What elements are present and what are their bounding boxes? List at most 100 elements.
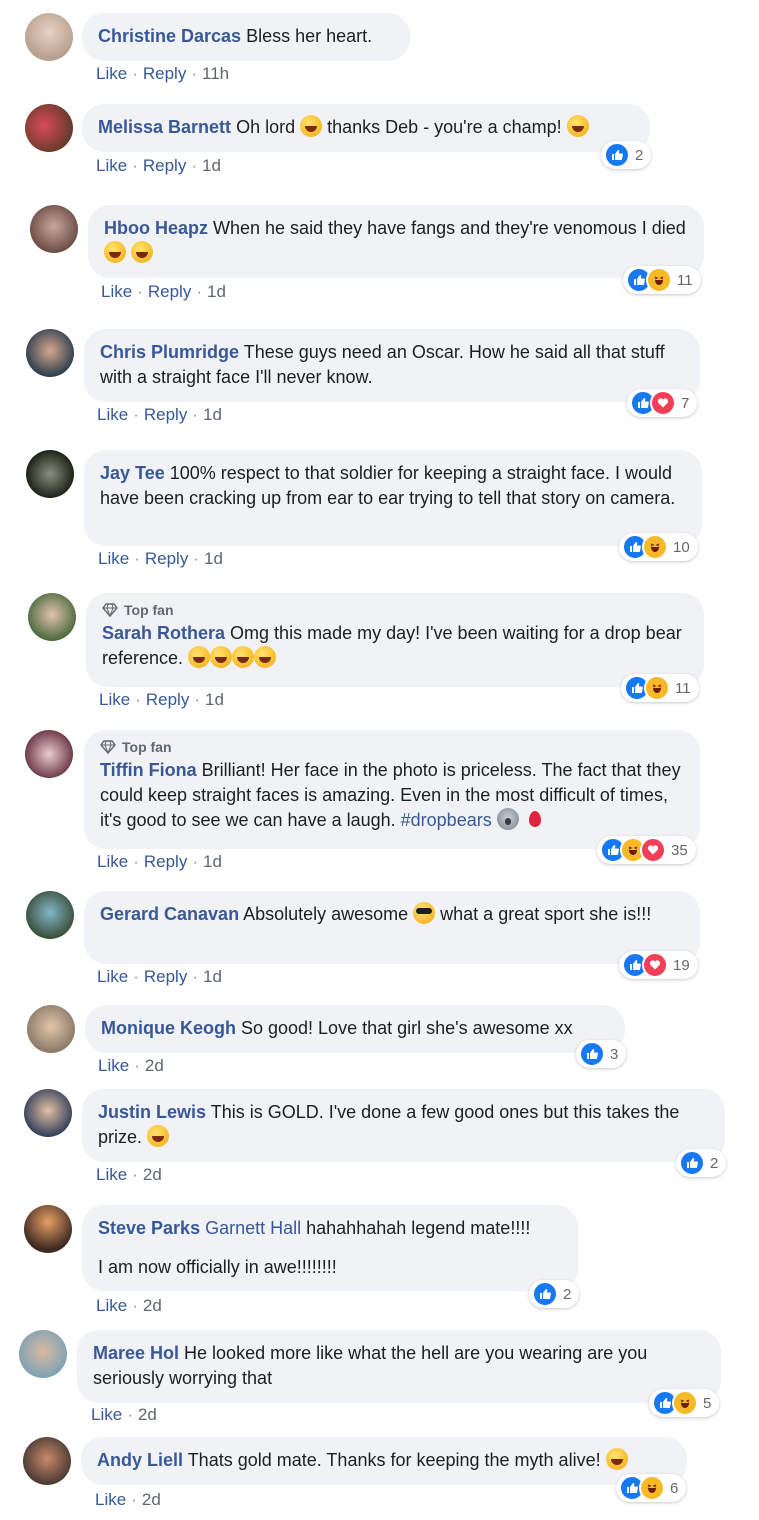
timestamp[interactable]: 11h xyxy=(202,64,229,83)
like-link[interactable]: Like xyxy=(96,156,127,175)
love-reaction-icon xyxy=(640,837,666,863)
avatar[interactable] xyxy=(24,1089,72,1137)
like-link[interactable]: Like xyxy=(96,1165,127,1184)
comment-bubble: Gerard Canavan Absolutely awesome what a… xyxy=(84,891,700,964)
reactions-summary[interactable]: 10 xyxy=(619,533,698,561)
commenter-name[interactable]: Steve Parks xyxy=(98,1218,200,1238)
like-link[interactable]: Like xyxy=(99,690,130,709)
reply-link[interactable]: Reply xyxy=(144,405,187,424)
like-reaction-icon xyxy=(532,1281,558,1307)
hashtag-link[interactable]: #dropbears xyxy=(401,810,492,830)
reply-link[interactable]: Reply xyxy=(143,64,186,83)
avatar[interactable] xyxy=(24,1205,72,1253)
like-link[interactable]: Like xyxy=(91,1405,122,1424)
comment-actions: Like · Reply · 1d xyxy=(96,156,221,175)
timestamp[interactable]: 2d xyxy=(145,1056,164,1075)
timestamp[interactable]: 2d xyxy=(143,1296,162,1315)
comment-bubble: Steve Parks Garnett Hall hahahhahah lege… xyxy=(82,1205,578,1291)
avatar[interactable] xyxy=(25,13,73,61)
commenter-name[interactable]: Hboo Heapz xyxy=(104,218,208,238)
mention-link[interactable]: Garnett Hall xyxy=(205,1218,301,1238)
timestamp[interactable]: 1d xyxy=(203,405,222,424)
timestamp[interactable]: 2d xyxy=(142,1490,161,1509)
avatar[interactable] xyxy=(25,104,73,152)
commenter-name[interactable]: Chris Plumridge xyxy=(100,342,239,362)
avatar[interactable] xyxy=(26,450,74,498)
timestamp[interactable]: 2d xyxy=(143,1165,162,1184)
commenter-name[interactable]: Justin Lewis xyxy=(98,1102,206,1122)
reaction-count: 6 xyxy=(670,1479,679,1497)
reply-link[interactable]: Reply xyxy=(146,690,189,709)
comment-bubble: Christine Darcas Bless her heart. xyxy=(82,13,410,61)
like-link[interactable]: Like xyxy=(98,549,129,568)
commenter-name[interactable]: Andy Liell xyxy=(97,1450,183,1470)
tears-of-joy-emoji-icon xyxy=(131,241,154,263)
avatar[interactable] xyxy=(25,730,73,778)
reactions-summary[interactable]: 2 xyxy=(529,1280,580,1308)
avatar[interactable] xyxy=(30,205,78,253)
avatar[interactable] xyxy=(28,593,76,641)
avatar[interactable] xyxy=(23,1437,71,1485)
comment-bubble: Top fan Tiffin Fiona Brilliant! Her face… xyxy=(84,730,700,849)
comment-actions: Like · 2d xyxy=(96,1165,162,1184)
reply-link[interactable]: Reply xyxy=(144,967,187,986)
reply-link[interactable]: Reply xyxy=(148,282,191,301)
reactions-summary[interactable]: 2 xyxy=(601,141,652,169)
timestamp[interactable]: 1d xyxy=(202,156,221,175)
like-link[interactable]: Like xyxy=(101,282,132,301)
reaction-count: 11 xyxy=(677,271,693,289)
reaction-count: 2 xyxy=(563,1285,572,1303)
comment-text-cont: what a great sport she is!!! xyxy=(435,904,652,924)
comment-text-second-paragraph: I am now officially in awe!!!!!!!! xyxy=(98,1257,337,1277)
avatar[interactable] xyxy=(26,891,74,939)
reply-link[interactable]: Reply xyxy=(144,852,187,871)
reactions-summary[interactable]: 2 xyxy=(676,1149,727,1177)
like-reaction-icon xyxy=(579,1041,605,1067)
avatar[interactable] xyxy=(26,329,74,377)
reactions-summary[interactable]: 7 xyxy=(627,389,698,417)
commenter-name[interactable]: Jay Tee xyxy=(100,463,165,483)
comment-actions: Like · Reply · 1d xyxy=(99,690,224,709)
reaction-count: 3 xyxy=(610,1045,619,1063)
commenter-name[interactable]: Christine Darcas xyxy=(98,26,241,46)
timestamp[interactable]: 1d xyxy=(204,549,223,568)
reply-link[interactable]: Reply xyxy=(143,156,186,175)
commenter-name[interactable]: Gerard Canavan xyxy=(100,904,239,924)
commenter-name[interactable]: Monique Keogh xyxy=(101,1018,236,1038)
timestamp[interactable]: 1d xyxy=(207,282,226,301)
timestamp[interactable]: 1d xyxy=(205,690,224,709)
commenter-name[interactable]: Melissa Barnett xyxy=(98,117,231,137)
comment-actions: Like · 2d xyxy=(95,1490,161,1509)
commenter-name[interactable]: Sarah Rothera xyxy=(102,623,225,643)
rofl-emoji-icon xyxy=(566,115,589,137)
like-link[interactable]: Like xyxy=(97,405,128,424)
like-link[interactable]: Like xyxy=(95,1490,126,1509)
avatar[interactable] xyxy=(27,1005,75,1053)
reactions-summary[interactable]: 35 xyxy=(597,836,696,864)
comment-text: Oh lord xyxy=(231,117,301,137)
reactions-summary[interactable]: 19 xyxy=(619,951,698,979)
tears-of-joy-emoji-icon xyxy=(232,646,255,668)
avatar[interactable] xyxy=(19,1330,67,1378)
like-link[interactable]: Like xyxy=(98,1056,129,1075)
reactions-summary[interactable]: 11 xyxy=(623,266,701,294)
tears-of-joy-emoji-icon xyxy=(147,1125,170,1147)
like-link[interactable]: Like xyxy=(97,852,128,871)
reactions-summary[interactable]: 3 xyxy=(576,1040,627,1068)
timestamp[interactable]: 1d xyxy=(203,967,222,986)
comment-text: Bless her heart. xyxy=(241,26,373,46)
reactions-summary[interactable]: 5 xyxy=(649,1389,720,1417)
commenter-name[interactable]: Tiffin Fiona xyxy=(100,760,197,780)
commenter-name[interactable]: Maree Hol xyxy=(93,1343,179,1363)
timestamp[interactable]: 1d xyxy=(203,852,222,871)
haha-reaction-icon xyxy=(646,267,672,293)
reactions-summary[interactable]: 6 xyxy=(616,1474,687,1502)
reply-link[interactable]: Reply xyxy=(145,549,188,568)
like-link[interactable]: Like xyxy=(97,967,128,986)
timestamp[interactable]: 2d xyxy=(138,1405,157,1424)
like-link[interactable]: Like xyxy=(96,64,127,83)
like-link[interactable]: Like xyxy=(96,1296,127,1315)
comment-text: Absolutely awesome xyxy=(239,904,414,924)
diamond-icon xyxy=(100,740,116,755)
reactions-summary[interactable]: 11 xyxy=(621,674,699,702)
